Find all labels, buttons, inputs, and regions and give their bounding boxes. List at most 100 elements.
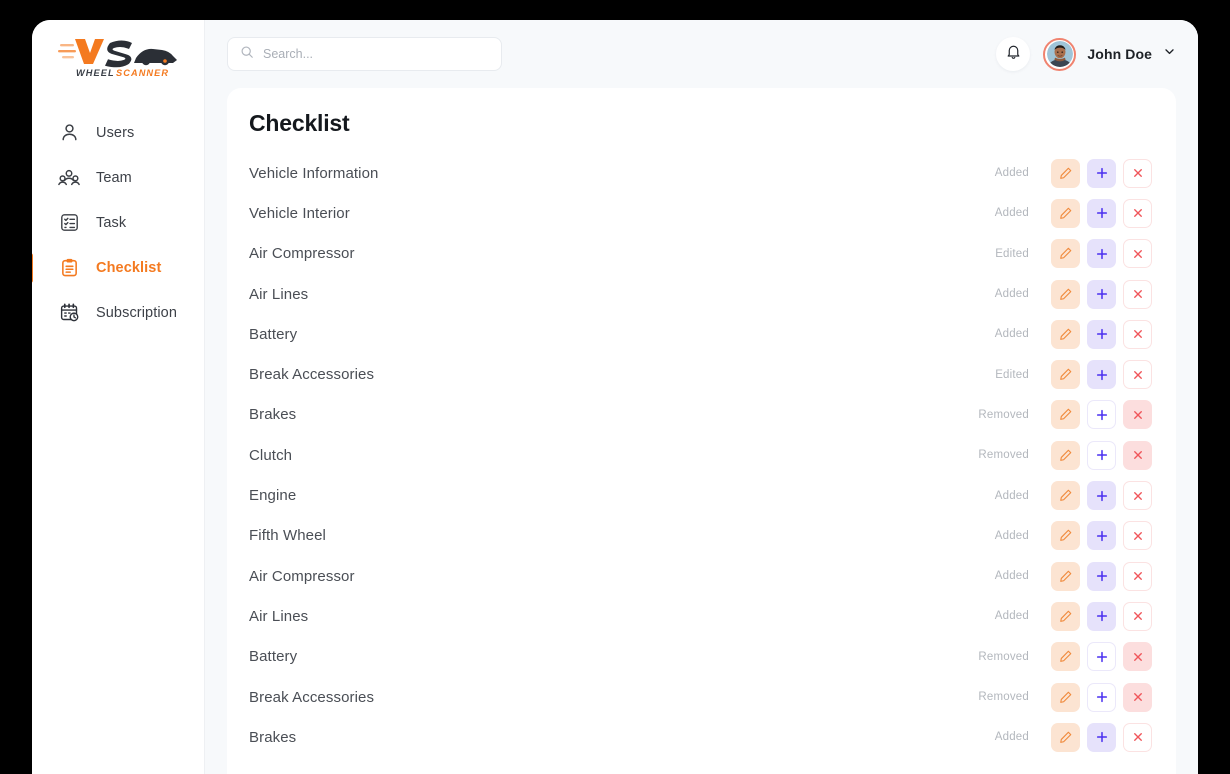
status-badge: Added bbox=[994, 207, 1029, 220]
delete-button[interactable] bbox=[1123, 319, 1152, 349]
edit-button[interactable] bbox=[1051, 360, 1080, 390]
delete-button[interactable] bbox=[1123, 682, 1152, 712]
checklist-row-name: Break Accessories bbox=[249, 688, 375, 706]
add-button[interactable] bbox=[1087, 601, 1116, 631]
delete-button[interactable] bbox=[1123, 239, 1152, 269]
clipboard-icon bbox=[58, 257, 80, 279]
edit-button[interactable] bbox=[1051, 642, 1080, 672]
add-button[interactable] bbox=[1087, 440, 1116, 470]
bell-icon bbox=[1005, 43, 1022, 65]
edit-button[interactable] bbox=[1051, 481, 1080, 511]
delete-button[interactable] bbox=[1123, 198, 1152, 228]
delete-button[interactable] bbox=[1123, 440, 1152, 470]
sidebar-item-task[interactable]: Task bbox=[32, 200, 204, 245]
delete-button[interactable] bbox=[1123, 561, 1152, 591]
notifications-button[interactable] bbox=[996, 37, 1031, 71]
sidebar-item-users[interactable]: Users bbox=[32, 110, 204, 155]
add-button[interactable] bbox=[1087, 319, 1116, 349]
add-button[interactable] bbox=[1087, 682, 1116, 712]
sidebar-item-subscription[interactable]: Subscription bbox=[32, 290, 204, 335]
search-field[interactable] bbox=[227, 37, 502, 71]
checklist-row-name: Vehicle Interior bbox=[249, 204, 350, 222]
status-badge: Added bbox=[994, 288, 1029, 301]
row-actions bbox=[1051, 158, 1152, 188]
checklist-row-name: Break Accessories bbox=[249, 366, 375, 384]
checklist-row-name: Clutch bbox=[249, 446, 293, 464]
sidebar-item-checklist[interactable]: Checklist bbox=[32, 245, 204, 290]
topbar: John Doe bbox=[205, 20, 1198, 88]
row-actions bbox=[1051, 722, 1152, 752]
add-button[interactable] bbox=[1087, 642, 1116, 672]
delete-button[interactable] bbox=[1123, 722, 1152, 752]
content-scroll-area[interactable]: Checklist Vehicle Information Added Vehi… bbox=[205, 88, 1198, 774]
delete-button[interactable] bbox=[1123, 279, 1152, 309]
status-badge: Edited bbox=[995, 247, 1029, 260]
checklist-row-name: Brakes bbox=[249, 728, 297, 746]
add-button[interactable] bbox=[1087, 400, 1116, 430]
edit-button[interactable] bbox=[1051, 158, 1080, 188]
sidebar-item-label: Task bbox=[96, 214, 127, 231]
edit-button[interactable] bbox=[1051, 198, 1080, 228]
add-button[interactable] bbox=[1087, 279, 1116, 309]
search-input[interactable] bbox=[263, 47, 489, 61]
checklist-row-name: Battery bbox=[249, 325, 298, 343]
add-button[interactable] bbox=[1087, 360, 1116, 390]
status-badge: Edited bbox=[995, 368, 1029, 381]
sidebar-item-label: Subscription bbox=[96, 304, 177, 321]
add-button[interactable] bbox=[1087, 198, 1116, 228]
chevron-down-icon[interactable] bbox=[1163, 45, 1176, 63]
status-badge: Added bbox=[994, 570, 1029, 583]
wheel-scanner-logo-icon: WHEEL SCANNER bbox=[58, 39, 177, 78]
add-button[interactable] bbox=[1087, 158, 1116, 188]
edit-button[interactable] bbox=[1051, 400, 1080, 430]
delete-button[interactable] bbox=[1123, 521, 1152, 551]
status-badge: Removed bbox=[978, 650, 1029, 663]
delete-button[interactable] bbox=[1123, 400, 1152, 430]
checklist-row-name: Brakes bbox=[249, 406, 297, 424]
checklist-row: Break Accessories Edited bbox=[249, 354, 1152, 394]
edit-button[interactable] bbox=[1051, 521, 1080, 551]
edit-button[interactable] bbox=[1051, 601, 1080, 631]
checklist-row: Air Compressor Added bbox=[249, 556, 1152, 596]
edit-button[interactable] bbox=[1051, 279, 1080, 309]
brand-logo[interactable]: WHEEL SCANNER bbox=[32, 20, 204, 88]
page-title: Checklist bbox=[249, 110, 350, 136]
add-button[interactable] bbox=[1087, 722, 1116, 752]
delete-button[interactable] bbox=[1123, 601, 1152, 631]
sidebar-item-label: Checklist bbox=[96, 259, 162, 276]
row-actions bbox=[1051, 239, 1152, 269]
sidebar-item-label: Team bbox=[96, 169, 132, 186]
edit-button[interactable] bbox=[1051, 239, 1080, 269]
edit-button[interactable] bbox=[1051, 440, 1080, 470]
user-icon bbox=[58, 122, 80, 144]
row-actions bbox=[1051, 521, 1152, 551]
row-actions bbox=[1051, 601, 1152, 631]
user-avatar-image bbox=[1046, 41, 1073, 67]
add-button[interactable] bbox=[1087, 481, 1116, 511]
add-button[interactable] bbox=[1087, 521, 1116, 551]
edit-button[interactable] bbox=[1051, 561, 1080, 591]
checklist-row: Fifth Wheel Added bbox=[249, 516, 1152, 556]
app-window: WHEEL SCANNER Users Team Task Checklist … bbox=[32, 20, 1198, 774]
row-actions bbox=[1051, 319, 1152, 349]
edit-button[interactable] bbox=[1051, 722, 1080, 752]
row-actions bbox=[1051, 279, 1152, 309]
checklist-row: Vehicle Interior Added bbox=[249, 193, 1152, 233]
delete-button[interactable] bbox=[1123, 360, 1152, 390]
delete-button[interactable] bbox=[1123, 158, 1152, 188]
add-button[interactable] bbox=[1087, 239, 1116, 269]
avatar bbox=[1043, 37, 1077, 71]
checklist-card: Checklist Vehicle Information Added Vehi… bbox=[227, 88, 1176, 774]
status-badge: Added bbox=[994, 167, 1029, 180]
sidebar-item-team[interactable]: Team bbox=[32, 155, 204, 200]
checklist-row: Vehicle Information Added bbox=[249, 153, 1152, 193]
edit-button[interactable] bbox=[1051, 319, 1080, 349]
delete-button[interactable] bbox=[1123, 642, 1152, 672]
add-button[interactable] bbox=[1087, 561, 1116, 591]
delete-button[interactable] bbox=[1123, 481, 1152, 511]
task-list-icon bbox=[58, 212, 80, 234]
checklist-row: Air Lines Added bbox=[249, 596, 1152, 636]
user-name: John Doe bbox=[1087, 46, 1152, 62]
user-menu[interactable]: John Doe bbox=[1043, 37, 1176, 71]
edit-button[interactable] bbox=[1051, 682, 1080, 712]
